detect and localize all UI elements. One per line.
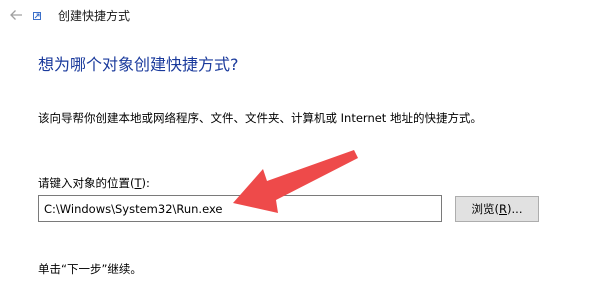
browse-label-key: R xyxy=(499,202,508,216)
location-input[interactable] xyxy=(38,195,442,222)
create-shortcut-wizard: 创建快捷方式 想为哪个对象创建快捷方式? 该向导帮你创建本地或网络程序、文件、文… xyxy=(0,0,600,300)
arrow-left-icon xyxy=(10,10,22,20)
browse-label-prefix: 浏览( xyxy=(471,202,500,216)
browse-button[interactable]: 浏览(R)... xyxy=(455,196,539,222)
shortcut-icon xyxy=(33,12,41,20)
window-title: 创建快捷方式 xyxy=(58,9,131,23)
location-label: 请键入对象的位置(T): xyxy=(38,175,150,191)
location-label-suffix: ): xyxy=(141,176,150,190)
back-button[interactable] xyxy=(6,4,26,26)
location-label-prefix: 请键入对象的位置( xyxy=(38,176,135,190)
location-label-key: T xyxy=(134,176,142,190)
footer-instruction: 单击“下一步”继续。 xyxy=(38,262,142,276)
browse-label-suffix: )... xyxy=(507,202,523,216)
wizard-description: 该向导帮你创建本地或网络程序、文件、文件夹、计算机或 Internet 地址的快… xyxy=(38,111,482,125)
page-heading: 想为哪个对象创建快捷方式? xyxy=(38,55,239,74)
red-arrow-annotation xyxy=(233,150,358,213)
